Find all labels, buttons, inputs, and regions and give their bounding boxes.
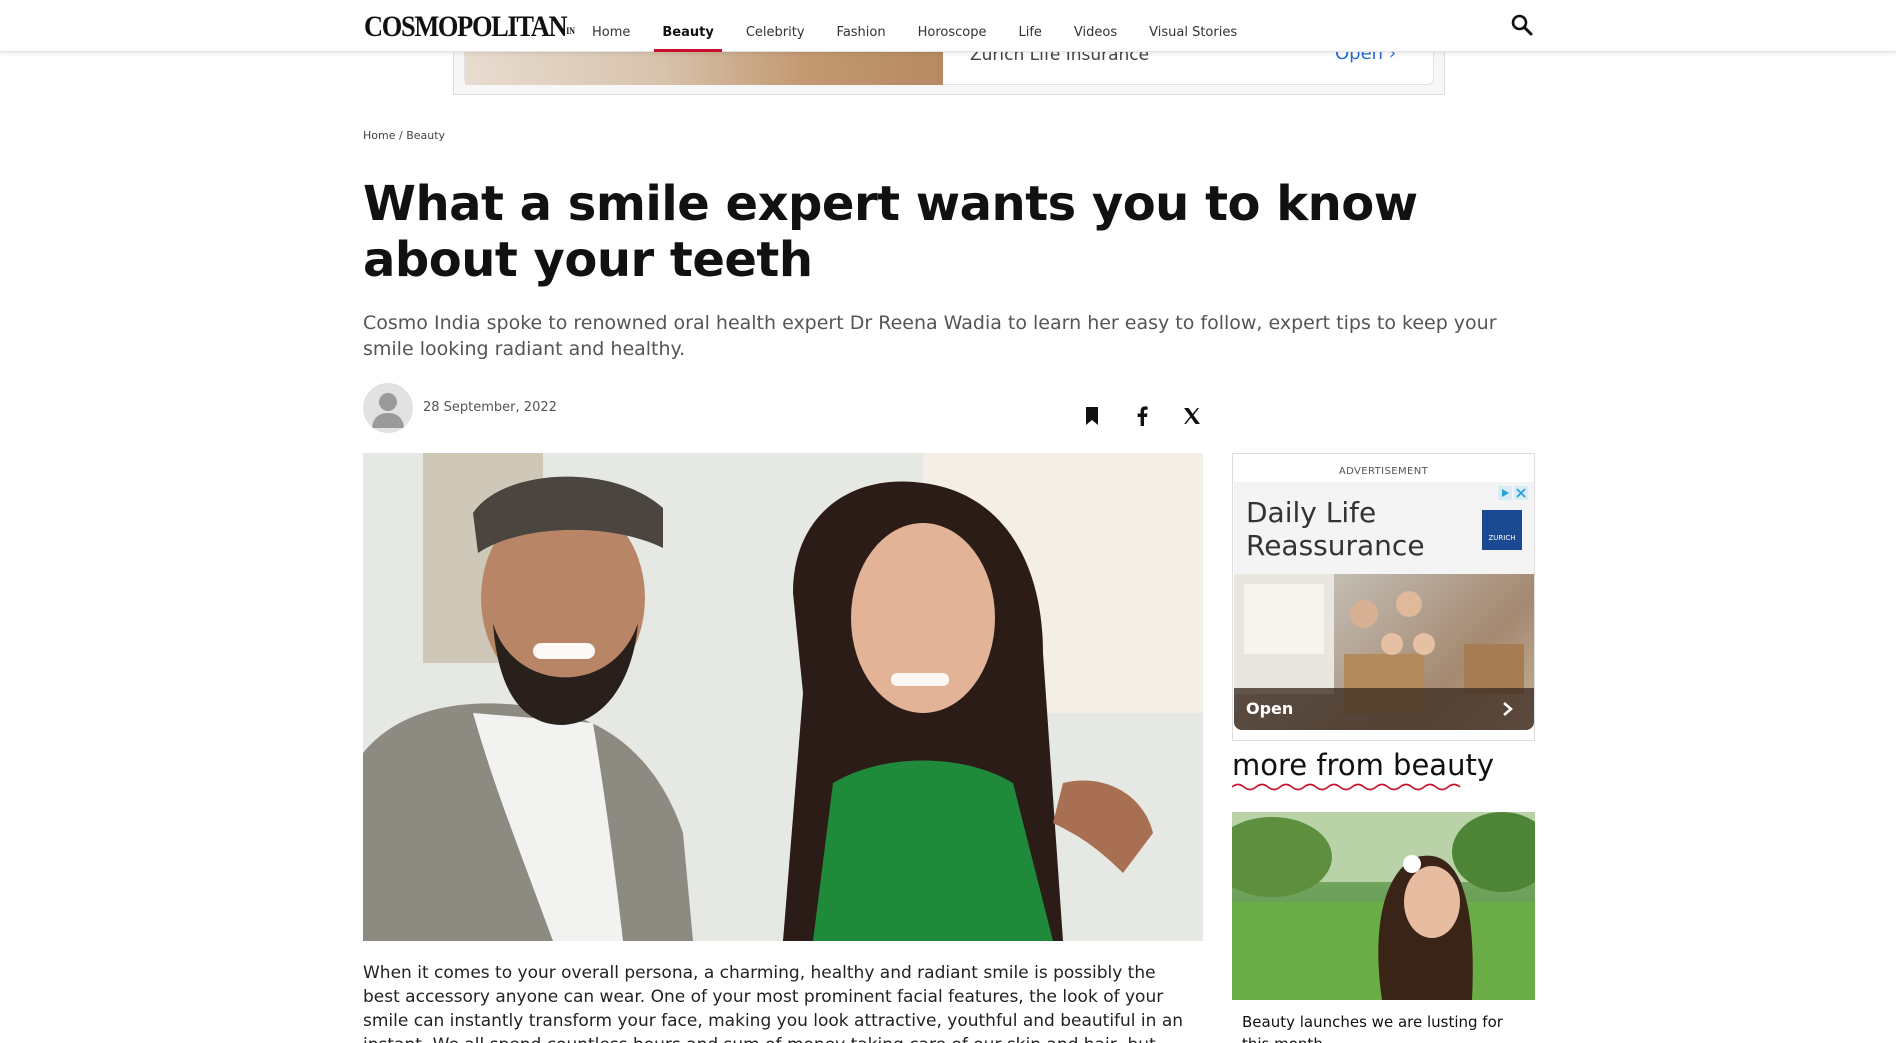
nav-item-beauty[interactable]: Beauty: [646, 0, 729, 52]
main-nav: Home Beauty Celebrity Fashion Horoscope …: [576, 0, 1253, 52]
squiggle-underline: [1232, 783, 1461, 791]
article-subhead: Cosmo India spoke to renowned oral healt…: [363, 312, 1497, 360]
bookmark-icon: [1086, 407, 1098, 425]
ad-choices-icon: [1498, 486, 1512, 500]
nav-item-life[interactable]: Life: [1002, 0, 1057, 52]
sidebar-ad-image: Open: [1234, 574, 1534, 730]
sidebar-ad-title: Daily Life Reassurance: [1246, 496, 1425, 562]
article-body: When it comes to your overall persona, a…: [363, 963, 1184, 1043]
bookmark-button[interactable]: [1080, 404, 1104, 428]
more-from-beauty-heading: more from beauty: [1232, 748, 1494, 782]
breadcrumb-separator: /: [398, 129, 403, 142]
x-icon: [1184, 408, 1200, 424]
user-icon: [372, 393, 404, 428]
sidebar-ad[interactable]: ADVERTISEMENT Daily Life Reassurance ZUR…: [1232, 453, 1535, 741]
breadcrumb: Home / Beauty: [363, 129, 445, 142]
hero-photo: [363, 453, 1203, 941]
facebook-share-button[interactable]: [1130, 404, 1154, 428]
close-icon[interactable]: [1514, 486, 1528, 500]
nav-item-visual-stories[interactable]: Visual Stories: [1133, 0, 1253, 52]
chevron-right-icon: [1503, 702, 1513, 716]
zurich-logo: ZURICH: [1482, 510, 1522, 550]
search-icon: [1511, 14, 1533, 36]
hero-image: [363, 453, 1203, 941]
author-avatar: [363, 383, 413, 433]
nav-item-celebrity[interactable]: Celebrity: [730, 0, 821, 52]
nav-item-home[interactable]: Home: [576, 0, 646, 52]
more-card-title[interactable]: Beauty launches we are lusting for this …: [1242, 1011, 1532, 1043]
more-card-image[interactable]: [1232, 812, 1535, 1000]
sidebar-ad-open-bar[interactable]: Open: [1234, 688, 1534, 730]
publish-date: 28 September, 2022: [423, 400, 557, 415]
nav-item-horoscope[interactable]: Horoscope: [902, 0, 1003, 52]
sidebar-ad-header: Daily Life Reassurance ZURICH: [1234, 482, 1534, 577]
top-navigation-bar: COSMOPOLITANIN Home Beauty Celebrity Fas…: [0, 0, 1896, 52]
breadcrumb-home[interactable]: Home: [363, 129, 395, 142]
x-share-button[interactable]: [1180, 404, 1204, 428]
site-logo[interactable]: COSMOPOLITANIN: [364, 10, 575, 44]
nav-item-fashion[interactable]: Fashion: [821, 0, 902, 52]
nav-item-videos[interactable]: Videos: [1058, 0, 1133, 52]
sidebar-ad-open-button[interactable]: Open: [1246, 699, 1293, 718]
search-button[interactable]: [1510, 13, 1536, 39]
more-card-photo: [1232, 812, 1535, 1000]
ad-choices[interactable]: [1498, 486, 1530, 500]
breadcrumb-beauty[interactable]: Beauty: [406, 129, 445, 142]
facebook-icon: [1137, 406, 1148, 426]
article-headline: What a smile expert wants you to know ab…: [363, 176, 1418, 288]
ad-label: ADVERTISEMENT: [1338, 466, 1429, 477]
